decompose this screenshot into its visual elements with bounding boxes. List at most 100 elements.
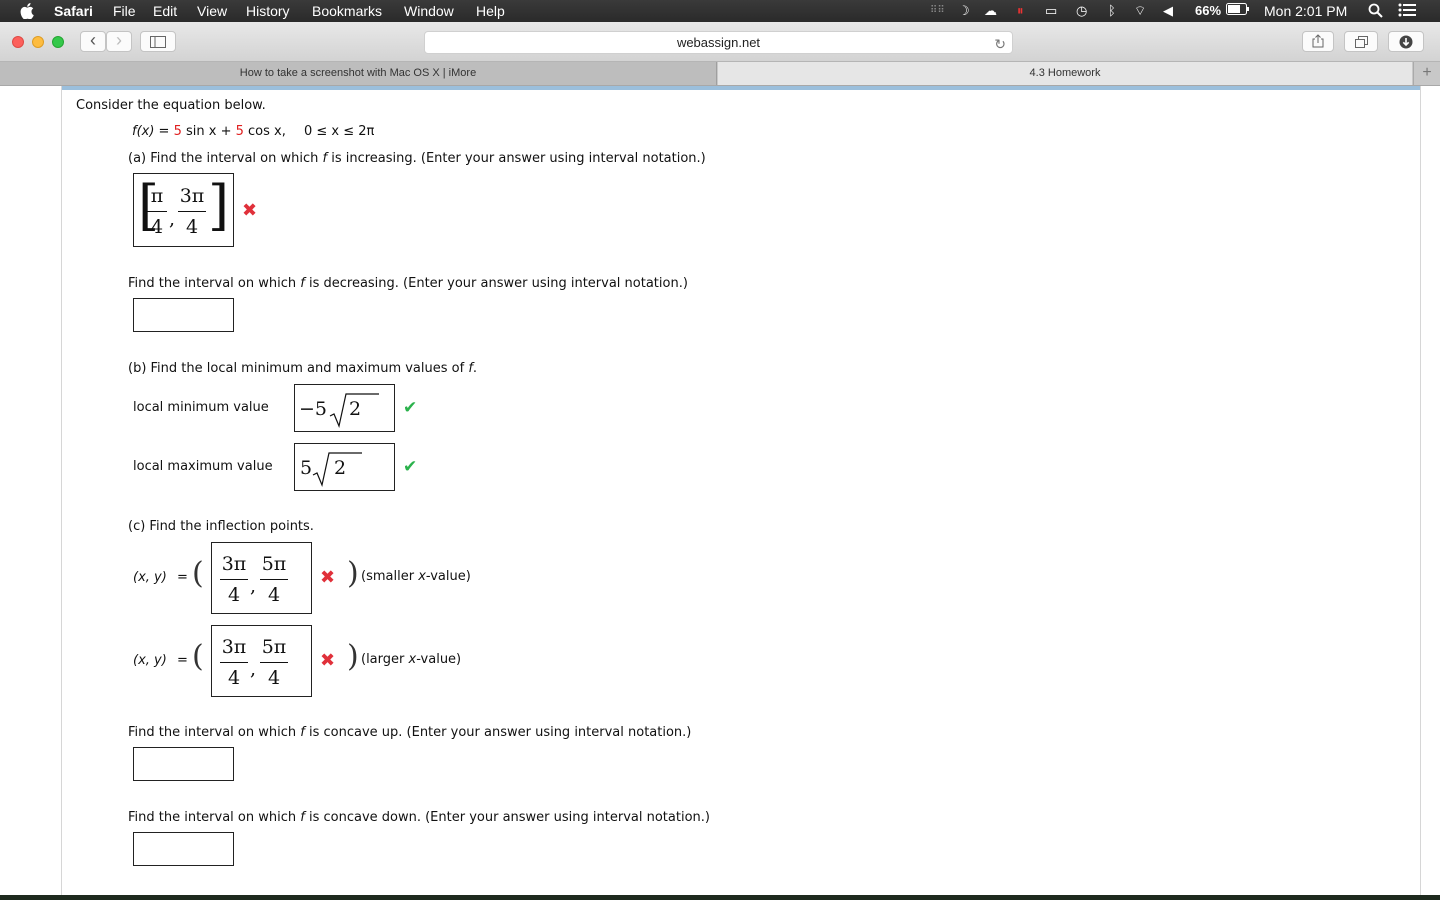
concave-up-prompt: Find the interval on which f is concave … <box>128 725 691 740</box>
airplay-status-icon[interactable]: ▭ <box>1045 3 1057 19</box>
menu-edit[interactable]: Edit <box>153 3 177 19</box>
tabs-icon <box>1354 36 1368 48</box>
dots-status-icon[interactable]: ⠿⠿ <box>930 5 945 16</box>
paren-close: ) <box>347 556 359 591</box>
fraction: π4 <box>147 184 167 239</box>
new-tab-button[interactable]: + <box>1413 62 1440 85</box>
prompt-text: is increasing. (Enter your answer using … <box>327 151 706 166</box>
part-a-prompt: (a) Find the interval on which f is incr… <box>128 151 706 166</box>
correct-icon: ✔ <box>403 457 418 477</box>
equation: f(x) = 5 sin x + 5 cos x, 0 ≤ x ≤ 2π <box>132 124 374 139</box>
browser-toolbar: ‹ › webassign.net ↻ <box>0 22 1440 62</box>
prompt-text: is decreasing. (Enter your answer using … <box>304 276 688 291</box>
comma: , <box>169 208 176 230</box>
note-text: (smaller <box>361 569 419 584</box>
tab-homework[interactable]: 4.3 Homework <box>718 62 1412 85</box>
increasing-answer-field[interactable]: [ π4 , 3π 4 ] <box>133 173 234 247</box>
sidebar-toggle-button[interactable] <box>140 31 176 52</box>
volume-status-icon[interactable]: ◀ <box>1163 3 1173 19</box>
prompt-text: is concave down. (Enter your answer usin… <box>304 810 710 825</box>
equation-domain: 0 ≤ x ≤ 2π <box>304 124 375 139</box>
forward-button[interactable]: › <box>106 31 132 52</box>
header-band <box>61 86 1421 90</box>
coef-1: 5 <box>173 124 182 139</box>
smaller-x-note: (smaller x-value) <box>361 569 471 584</box>
url-text: webassign.net <box>676 35 761 50</box>
moon-status-icon[interactable]: ☽ <box>958 3 970 19</box>
equals-sign: = <box>176 653 188 668</box>
numerator: 3π <box>179 185 205 207</box>
reload-icon[interactable]: ↻ <box>994 34 1006 55</box>
equals-sign: = <box>176 570 188 585</box>
equation-term-2: cos x, <box>243 124 286 139</box>
close-window-button[interactable] <box>12 36 24 48</box>
menu-app-safari[interactable]: Safari <box>54 3 93 19</box>
part-c-prompt: (c) Find the inflection points. <box>128 519 314 534</box>
downloads-button[interactable] <box>1388 31 1424 52</box>
concave-down-prompt: Find the interval on which f is concave … <box>128 810 710 825</box>
denominator: 4 <box>227 584 241 606</box>
clock[interactable]: Mon 2:01 PM <box>1264 3 1347 19</box>
note-text: (larger <box>361 652 409 667</box>
part-b-prompt: (b) Find the local minimum and maximum v… <box>128 361 477 376</box>
note-x: x <box>418 569 426 584</box>
menu-help[interactable]: Help <box>476 3 505 19</box>
local-max-answer-field[interactable]: 5 2 <box>294 443 395 491</box>
tab-overview-button[interactable] <box>1344 31 1378 52</box>
numerator: 3π <box>221 553 247 575</box>
share-button[interactable] <box>1302 31 1334 52</box>
prompt-text: Find the interval on which <box>128 725 301 740</box>
address-bar[interactable]: webassign.net ↻ <box>424 31 1013 54</box>
inflection-point-2-field[interactable]: 3π 4 , 5π 4 <box>211 625 312 697</box>
battery-percent[interactable]: 66% <box>1195 3 1221 18</box>
incorrect-icon: ✖ <box>320 567 336 588</box>
note-text: -value) <box>416 652 462 667</box>
menu-file[interactable]: File <box>113 3 136 19</box>
prompt-text: is concave up. (Enter your answer using … <box>304 725 692 740</box>
prompt-text: . <box>472 361 478 376</box>
denominator: 4 <box>150 216 164 238</box>
note-text: -value) <box>425 569 471 584</box>
spotlight-search-icon[interactable] <box>1368 3 1383 21</box>
time-machine-status-icon[interactable]: ◷ <box>1076 3 1087 19</box>
paren-open: ( <box>192 556 204 591</box>
apple-menu-icon[interactable] <box>20 3 34 22</box>
zoom-window-button[interactable] <box>52 36 64 48</box>
concave-down-answer-field[interactable] <box>133 832 234 866</box>
back-button[interactable]: ‹ <box>80 31 106 52</box>
decreasing-answer-field[interactable] <box>133 298 234 332</box>
numerator: 3π <box>221 636 247 658</box>
fraction: 3π 4 <box>220 552 248 607</box>
wifi-status-icon[interactable]: ⌔ <box>1134 3 1146 19</box>
local-min-answer-field[interactable]: −5 2 <box>294 384 395 432</box>
bluetooth-status-icon[interactable]: ᛒ <box>1108 3 1116 18</box>
concave-up-answer-field[interactable] <box>133 747 234 781</box>
denominator: 4 <box>185 216 199 238</box>
menu-view[interactable]: View <box>197 3 227 19</box>
desktop-edge <box>0 895 1440 900</box>
notification-center-icon[interactable] <box>1398 3 1416 20</box>
xy-text: (x, y) <box>133 570 167 585</box>
pause-status-icon[interactable]: ⏸ <box>1017 3 1024 19</box>
inflection-point-1-field[interactable]: 3π 4 , 5π 4 <box>211 542 312 614</box>
xy-text: (x, y) <box>133 653 167 668</box>
menu-window[interactable]: Window <box>404 3 454 19</box>
prompt-text: (b) Find the local minimum and maximum v… <box>128 361 469 376</box>
fraction: 5π 4 <box>260 635 288 690</box>
comma: , <box>250 575 257 597</box>
prompt-text: (a) Find the interval on which <box>128 151 323 166</box>
battery-icon[interactable] <box>1226 3 1250 18</box>
fraction: 3π 4 <box>220 635 248 690</box>
right-border <box>1420 86 1421 895</box>
local-min-label: local minimum value <box>133 400 269 415</box>
menu-bookmarks[interactable]: Bookmarks <box>312 3 382 19</box>
coef-2: 5 <box>235 124 244 139</box>
denominator: 4 <box>227 667 241 689</box>
tab-imore[interactable]: How to take a screenshot with Mac OS X |… <box>0 62 717 85</box>
xy-label: (x, y) = <box>133 653 188 668</box>
fraction: 5π 4 <box>260 552 288 607</box>
minimize-window-button[interactable] <box>32 36 44 48</box>
cloud-status-icon[interactable]: ☁ <box>984 3 997 19</box>
download-icon <box>1399 35 1413 49</box>
menu-history[interactable]: History <box>246 3 290 19</box>
